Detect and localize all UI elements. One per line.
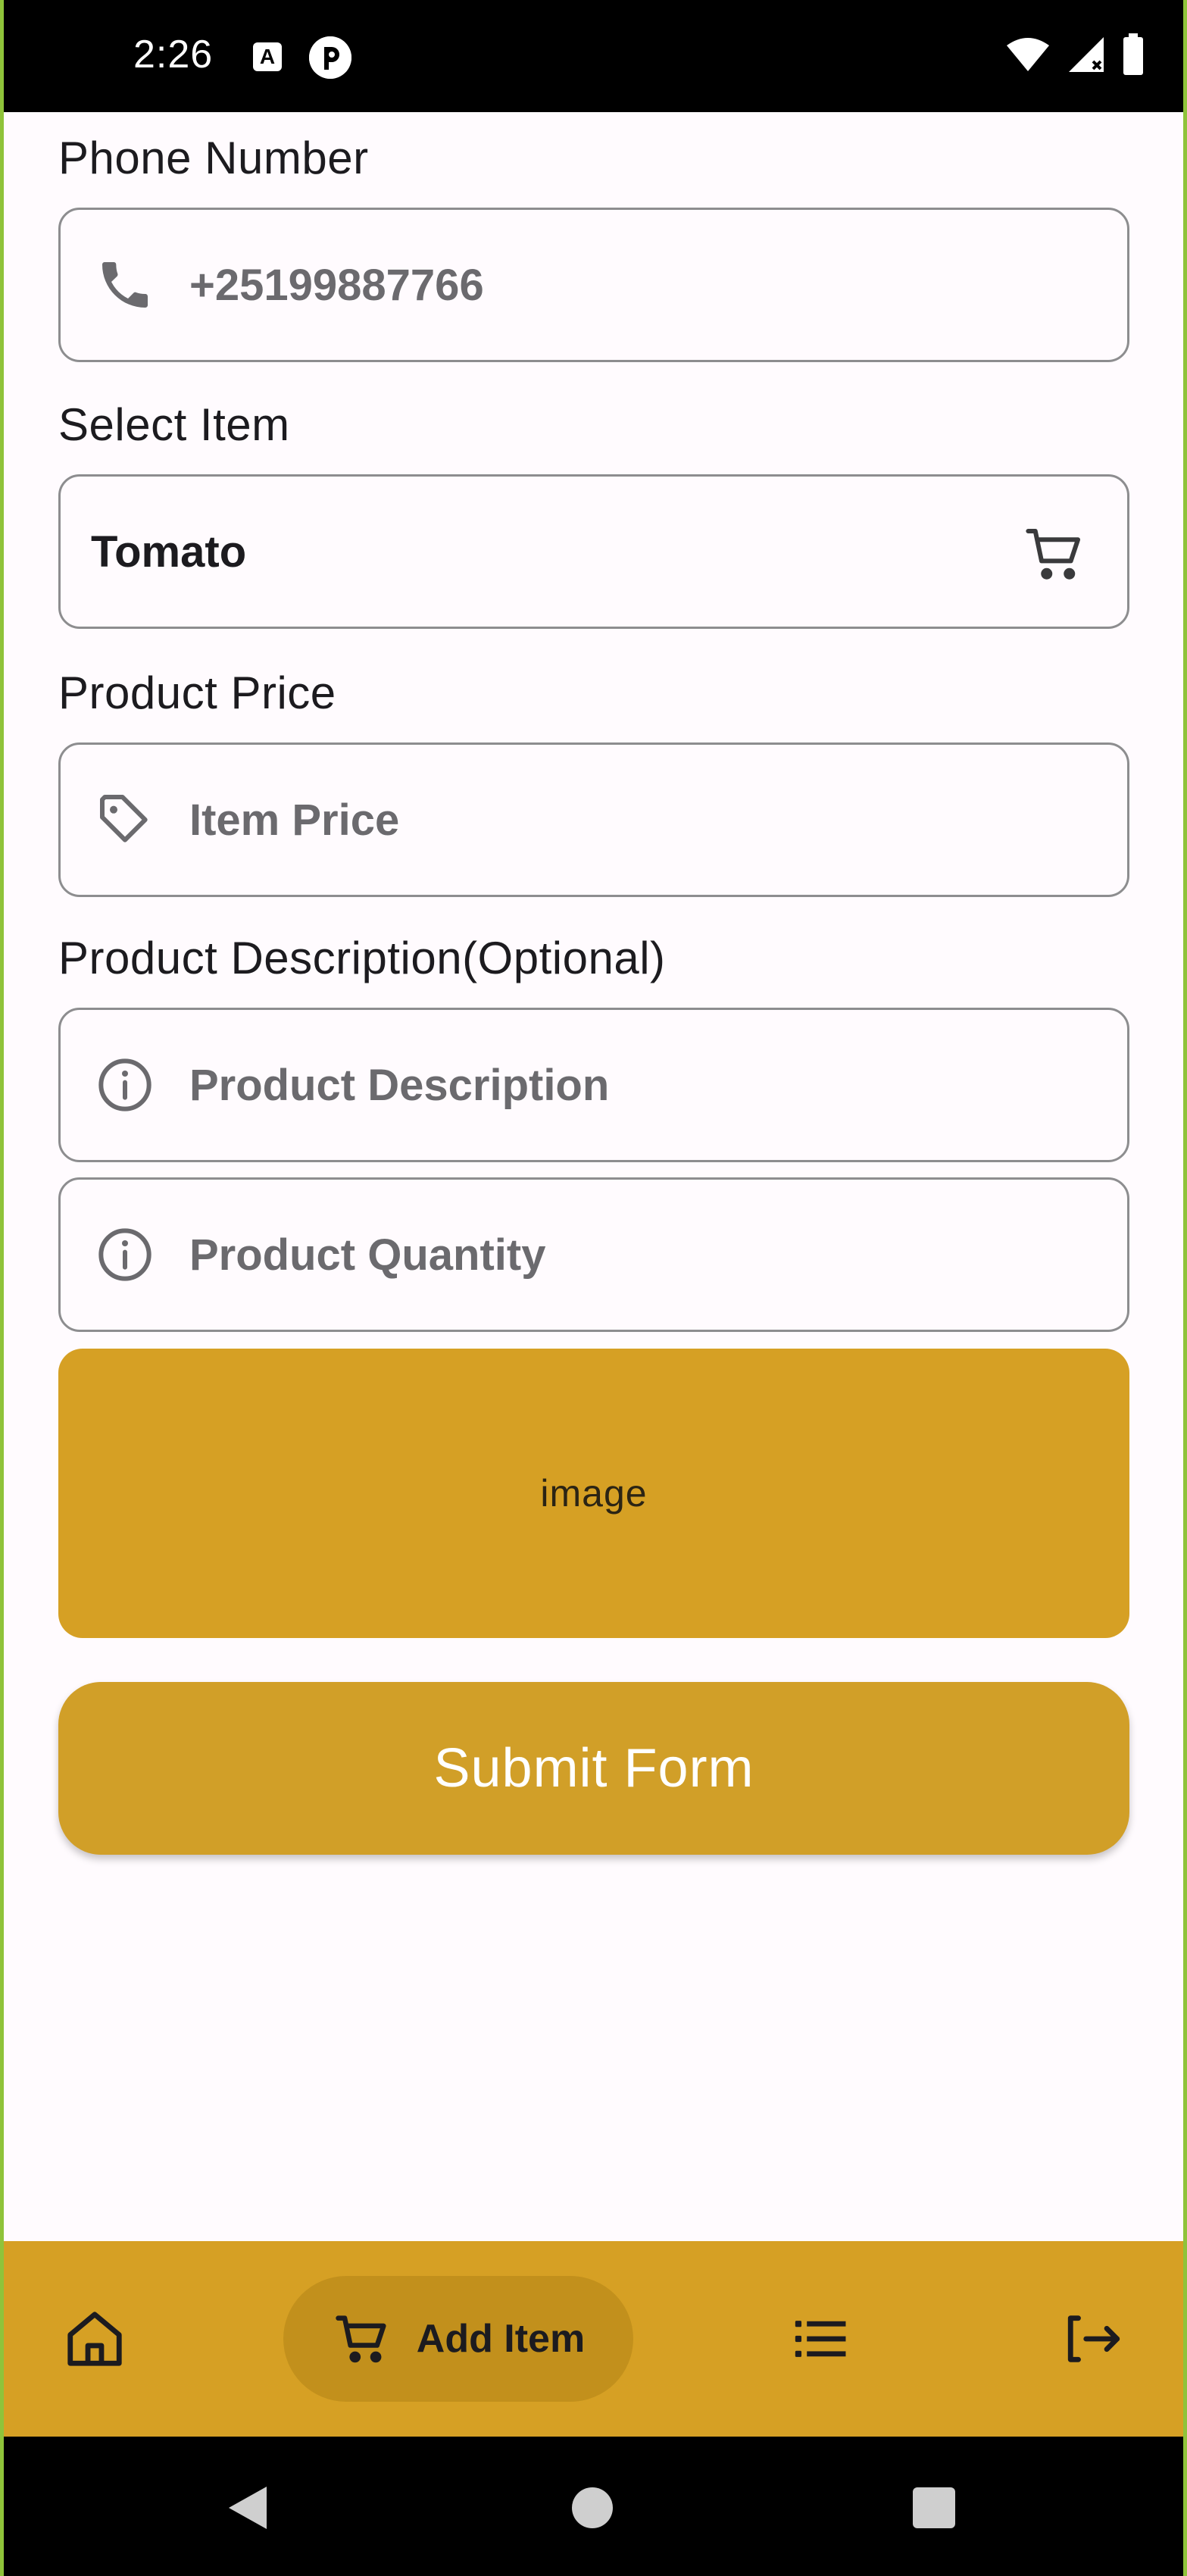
description-label: Product Description(Optional) <box>58 933 666 983</box>
quantity-input[interactable]: Product Quantity <box>58 1177 1129 1332</box>
phone-value: +25199887766 <box>189 260 484 310</box>
submit-form-button[interactable]: Submit Form <box>58 1682 1129 1855</box>
back-icon[interactable] <box>226 2485 268 2531</box>
recents-icon[interactable] <box>912 2487 956 2529</box>
phone-icon <box>91 251 159 319</box>
info-icon <box>91 1221 159 1289</box>
quantity-placeholder: Product Quantity <box>189 1230 546 1280</box>
selected-item-value: Tomato <box>91 527 247 577</box>
price-label: Product Price <box>58 667 336 718</box>
image-placeholder-label: image <box>540 1472 648 1515</box>
select-item-label: Select Item <box>58 399 290 450</box>
p-circle-icon <box>309 36 351 79</box>
image-picker[interactable]: image <box>58 1349 1129 1638</box>
home-icon <box>67 2312 122 2366</box>
nav-home[interactable] <box>45 2241 144 2437</box>
home-circle-icon[interactable] <box>571 2487 614 2529</box>
a-box-icon: A <box>253 42 282 71</box>
phone-field[interactable]: +25199887766 <box>58 208 1129 362</box>
wifi-icon <box>1007 38 1049 71</box>
description-placeholder: Product Description <box>189 1060 610 1110</box>
description-input[interactable]: Product Description <box>58 1008 1129 1162</box>
list-icon <box>795 2321 846 2357</box>
cart-icon <box>336 2315 386 2363</box>
nav-logout[interactable] <box>1048 2241 1139 2437</box>
tag-icon <box>91 786 159 854</box>
price-input[interactable]: Item Price <box>58 742 1129 897</box>
battery-icon <box>1123 33 1143 75</box>
nav-add-item-label: Add Item <box>416 2317 586 2361</box>
nav-add-item[interactable]: Add Item <box>283 2276 633 2402</box>
signal-icon <box>1069 37 1104 72</box>
status-time: 2:26 <box>133 33 214 77</box>
price-placeholder: Item Price <box>189 795 400 845</box>
select-item-dropdown[interactable]: Tomato <box>58 474 1129 629</box>
system-navigation-bar <box>0 2437 1187 2576</box>
cart-icon <box>1021 520 1089 588</box>
nav-list[interactable] <box>776 2241 867 2437</box>
status-system-icons <box>1005 33 1145 76</box>
logout-icon <box>1067 2315 1120 2362</box>
phone-label: Phone Number <box>58 133 369 183</box>
info-icon <box>91 1051 159 1119</box>
bottom-navigation: Add Item <box>0 2241 1187 2437</box>
status-bar: 2:26 A <box>0 0 1187 112</box>
